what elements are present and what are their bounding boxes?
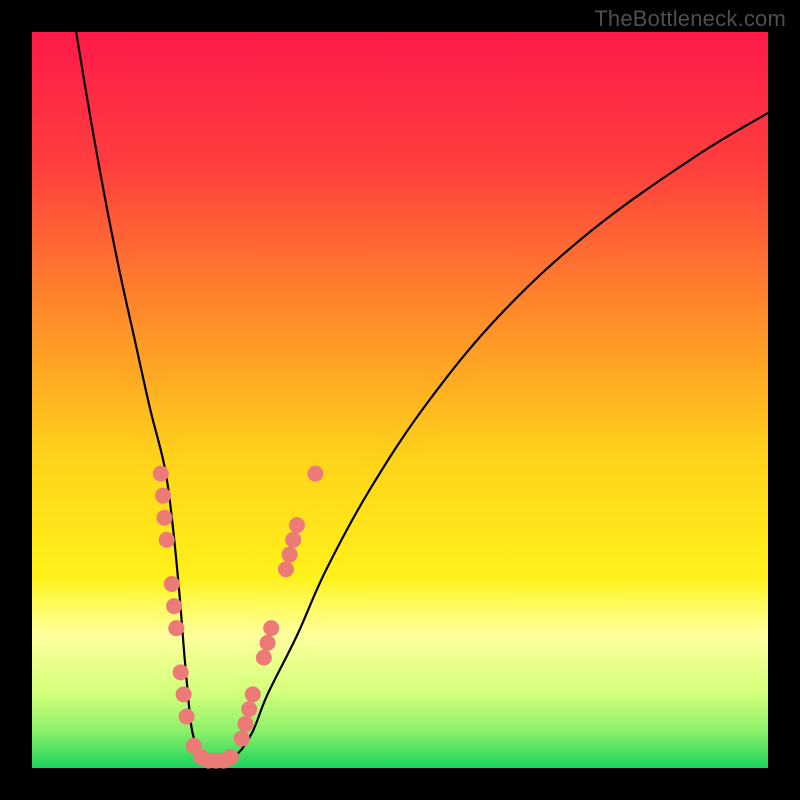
data-point (307, 466, 323, 482)
data-point (289, 517, 305, 533)
bottleneck-fit-curve (76, 32, 768, 763)
data-point (164, 576, 180, 592)
data-point (166, 598, 182, 614)
data-point (237, 716, 253, 732)
data-point (168, 620, 184, 636)
data-point (263, 620, 279, 636)
data-point (173, 664, 189, 680)
data-point (155, 488, 171, 504)
data-point (153, 466, 169, 482)
chart-plot-area (32, 32, 768, 768)
data-point (159, 532, 175, 548)
data-point (156, 510, 172, 526)
data-point (256, 650, 272, 666)
watermark-text: TheBottleneck.com (594, 6, 786, 32)
data-point (282, 547, 298, 563)
data-point (278, 561, 294, 577)
data-point (245, 686, 261, 702)
data-point (285, 532, 301, 548)
chart-svg (32, 32, 768, 768)
data-point (241, 701, 257, 717)
data-point (176, 686, 192, 702)
chart-frame: TheBottleneck.com (0, 0, 800, 800)
marker-layer (153, 466, 324, 769)
data-point (260, 635, 276, 651)
data-point (223, 749, 239, 765)
data-point (179, 708, 195, 724)
data-point (234, 731, 250, 747)
